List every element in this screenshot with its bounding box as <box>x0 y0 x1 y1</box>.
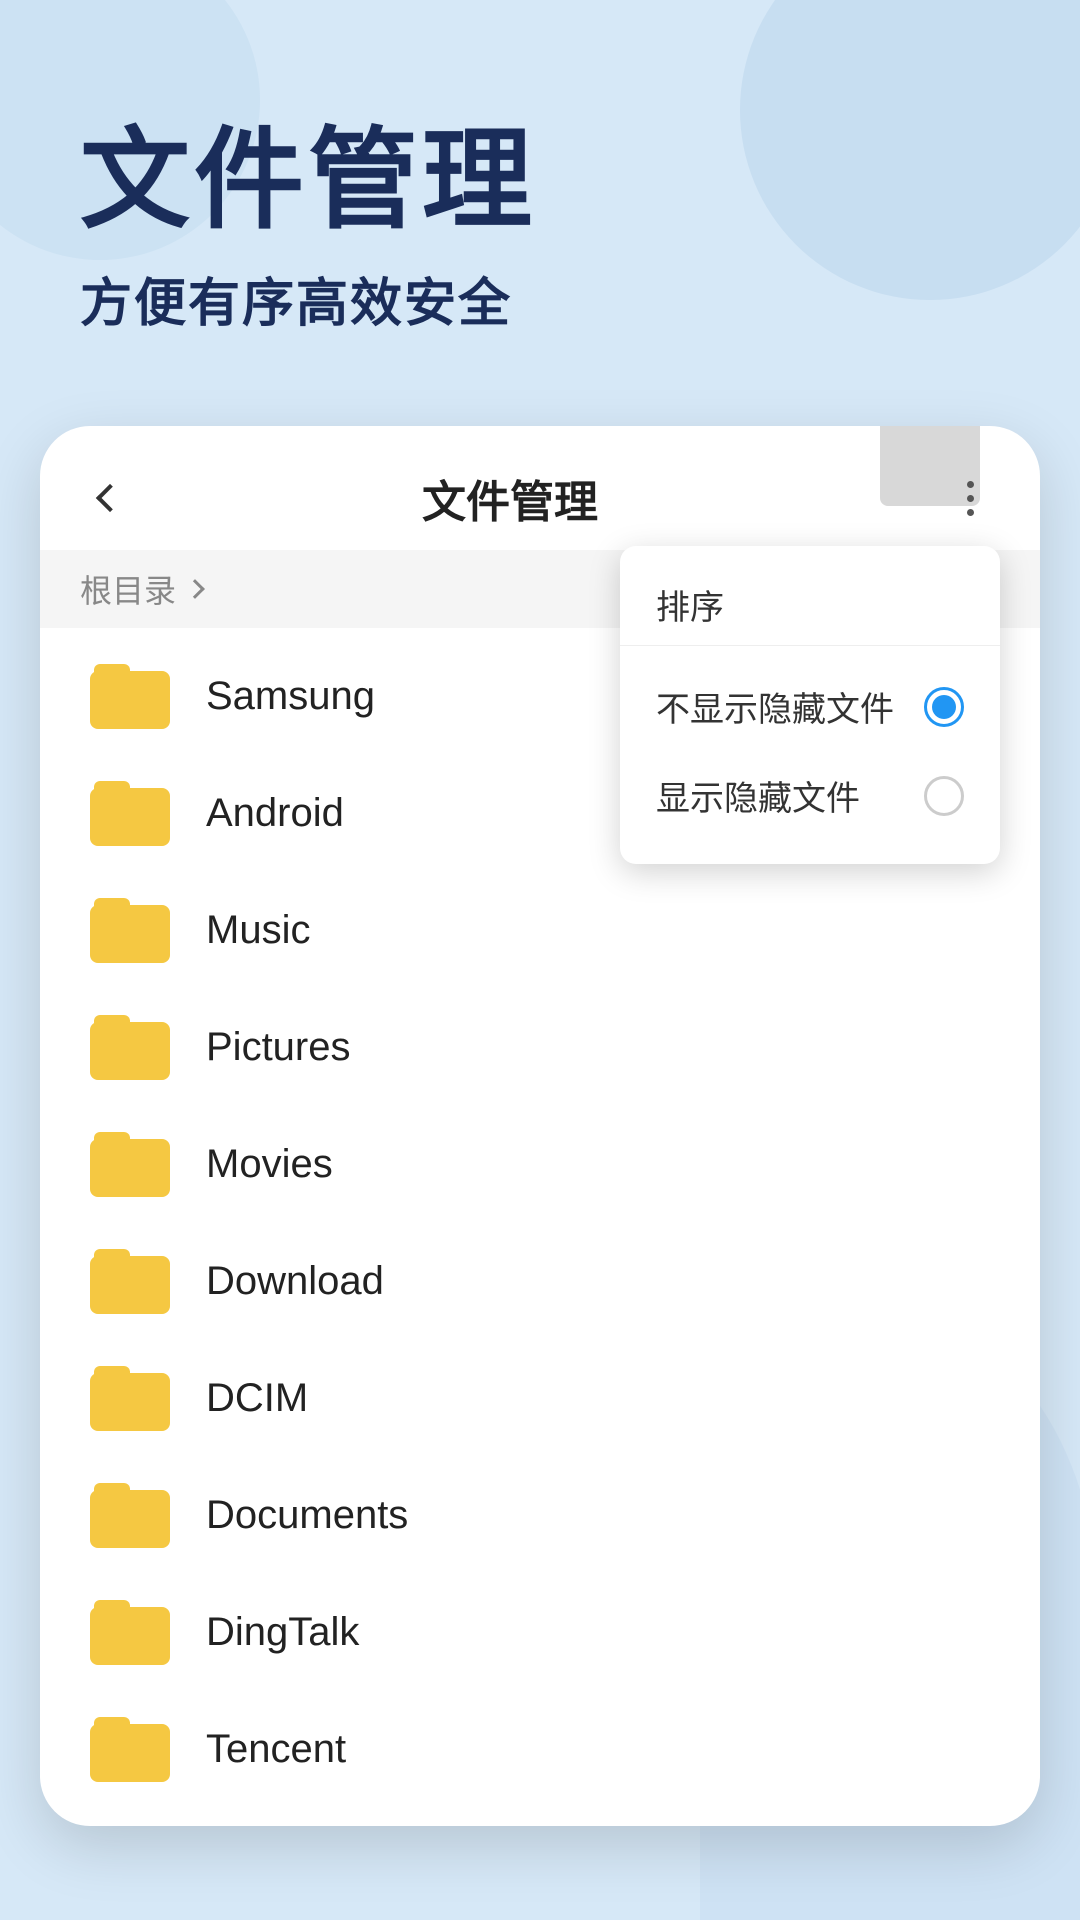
phone-mockup: 文件管理 根目录 Samsung Android <box>40 426 1040 1826</box>
list-item[interactable]: Pictures <box>40 989 1040 1106</box>
list-item[interactable]: Movies <box>40 1106 1040 1223</box>
folder-body <box>90 905 170 963</box>
dropdown-divider <box>620 645 1000 646</box>
list-item[interactable]: Tencent <box>40 1691 1040 1808</box>
dropdown-item-show-hidden[interactable]: 显示隐藏文件 <box>620 751 1000 840</box>
more-dot-2 <box>967 495 974 502</box>
header-section: 文件管理 方便有序高效安全 <box>0 0 1080 396</box>
dropdown-title: 排序 <box>620 570 1000 645</box>
dropdown-item-hide-hidden[interactable]: 不显示隐藏文件 <box>620 662 1000 751</box>
folder-name: DCIM <box>206 1376 308 1421</box>
main-title: 文件管理 <box>80 120 1000 241</box>
folder-body <box>90 1724 170 1782</box>
folder-icon <box>90 1717 170 1782</box>
folder-icon <box>90 1249 170 1314</box>
radio-hide-hidden-inner <box>932 695 956 719</box>
folder-icon <box>90 898 170 963</box>
folder-icon <box>90 1600 170 1665</box>
list-item[interactable]: DingTalk <box>40 1574 1040 1691</box>
folder-body <box>90 1022 170 1080</box>
folder-name: DingTalk <box>206 1610 359 1655</box>
folder-icon <box>90 664 170 729</box>
folder-icon <box>90 1015 170 1080</box>
folder-body <box>90 1373 170 1431</box>
more-dot-3 <box>967 509 974 516</box>
folder-name: Music <box>206 908 310 953</box>
folder-name: Download <box>206 1259 384 1304</box>
breadcrumb-text: 根目录 <box>80 566 176 612</box>
folder-body <box>90 1256 170 1314</box>
folder-icon <box>90 781 170 846</box>
folder-body <box>90 1490 170 1548</box>
breadcrumb-arrow-icon <box>185 579 205 599</box>
more-dot-1 <box>967 481 974 488</box>
list-item[interactable]: Download <box>40 1223 1040 1340</box>
more-button[interactable] <box>940 468 1000 528</box>
radio-hide-hidden[interactable] <box>924 687 964 727</box>
folder-name: Pictures <box>206 1025 351 1070</box>
dropdown-item-show-hidden-label: 显示隐藏文件 <box>656 771 860 820</box>
folder-body <box>90 671 170 729</box>
radio-show-hidden[interactable] <box>924 776 964 816</box>
folder-name: Documents <box>206 1493 408 1538</box>
folder-body <box>90 788 170 846</box>
list-item[interactable]: Documents <box>40 1457 1040 1574</box>
folder-name: Tencent <box>206 1727 346 1772</box>
dropdown-menu: 排序 不显示隐藏文件 显示隐藏文件 <box>620 546 1000 864</box>
list-item[interactable]: DCIM <box>40 1340 1040 1457</box>
dropdown-item-hide-hidden-label: 不显示隐藏文件 <box>656 682 894 731</box>
folder-icon <box>90 1132 170 1197</box>
folder-body <box>90 1607 170 1665</box>
folder-icon <box>90 1366 170 1431</box>
back-button[interactable] <box>80 468 140 528</box>
back-icon <box>96 484 124 512</box>
sub-title: 方便有序高效安全 <box>80 261 1000 336</box>
folder-body <box>90 1139 170 1197</box>
app-bar-title: 文件管理 <box>140 466 880 530</box>
folder-name: Samsung <box>206 674 375 719</box>
folder-name: Android <box>206 791 344 836</box>
folder-name: Movies <box>206 1142 333 1187</box>
folder-icon <box>90 1483 170 1548</box>
list-item[interactable]: Music <box>40 872 1040 989</box>
app-bar: 文件管理 <box>40 426 1040 550</box>
